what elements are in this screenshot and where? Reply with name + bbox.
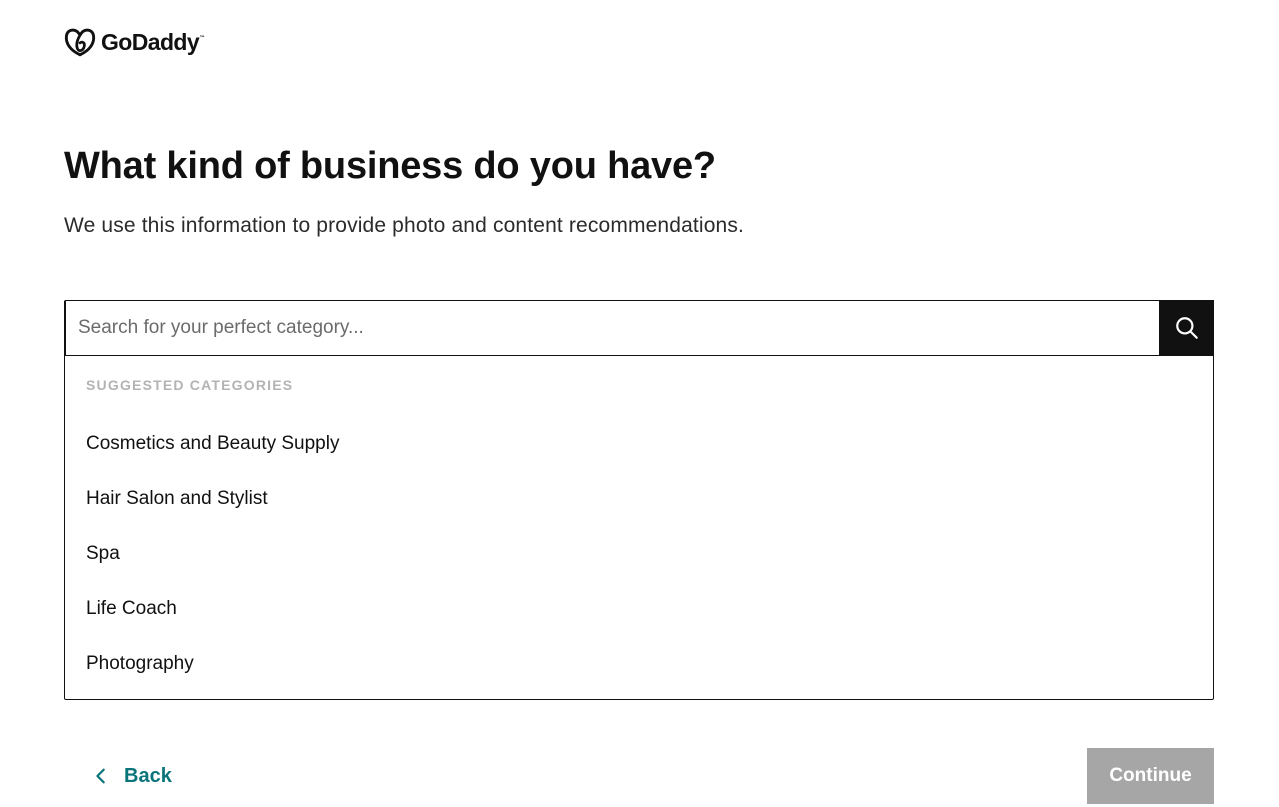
suggested-categories-list: Cosmetics and Beauty Supply Hair Salon a…	[86, 426, 339, 701]
search-button[interactable]	[1159, 300, 1214, 355]
continue-button[interactable]: Continue	[1087, 748, 1214, 804]
search-row	[64, 300, 1214, 356]
search-icon	[1175, 316, 1198, 339]
back-button-label: Back	[124, 764, 172, 787]
page: GoDaddy ™ What kind of business do you ha…	[0, 0, 1279, 807]
category-option-life-coach[interactable]: Life Coach	[86, 591, 339, 646]
category-option-cosmetics[interactable]: Cosmetics and Beauty Supply	[86, 426, 339, 481]
chevron-left-icon	[96, 768, 105, 784]
back-button[interactable]: Back	[92, 758, 172, 794]
suggested-categories-heading: SUGGESTED CATEGORIES	[86, 377, 294, 393]
godaddy-logo[interactable]: GoDaddy ™	[63, 25, 205, 59]
category-search-input[interactable]	[64, 301, 1159, 355]
category-search-combobox: SUGGESTED CATEGORIES Cosmetics and Beaut…	[64, 300, 1214, 700]
page-title: What kind of business do you have?	[64, 145, 716, 187]
godaddy-logo-icon	[64, 28, 96, 57]
category-option-spa[interactable]: Spa	[86, 536, 339, 591]
logo-wordmark: GoDaddy ™	[101, 28, 205, 55]
page-subtitle: We use this information to provide photo…	[64, 214, 745, 237]
category-option-photography[interactable]: Photography	[86, 646, 339, 701]
trademark-symbol: ™	[199, 34, 205, 41]
category-option-hair-salon[interactable]: Hair Salon and Stylist	[86, 481, 339, 536]
